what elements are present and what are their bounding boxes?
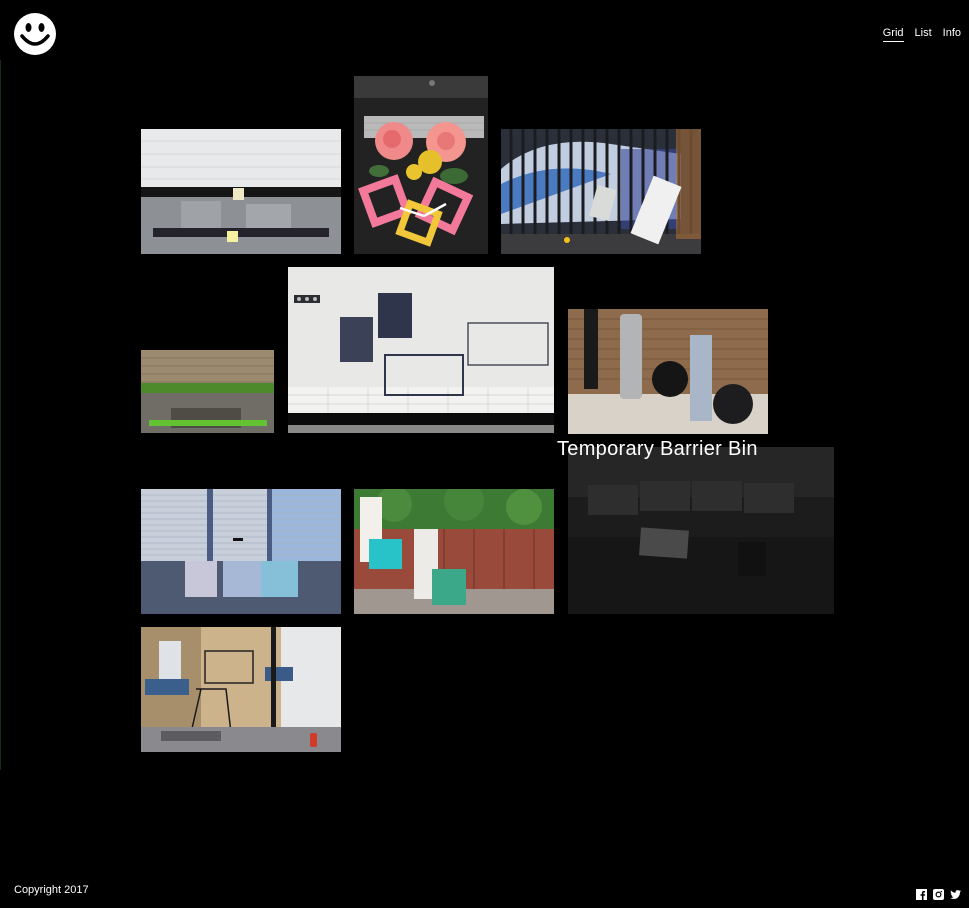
page-edge-line <box>0 60 1 770</box>
facebook-icon[interactable] <box>916 887 927 900</box>
gallery-tile-garden-bag[interactable] <box>354 489 554 614</box>
gallery-tile-shutter-swatches[interactable] <box>141 489 341 614</box>
hover-title: Temporary Barrier Bin <box>557 438 758 460</box>
gallery-tile-white-wall-shapes[interactable] <box>288 267 554 433</box>
social-links <box>916 887 961 900</box>
main-nav: Grid List Info <box>882 27 961 42</box>
instagram-icon[interactable] <box>933 887 944 900</box>
gallery-tile-flowers-clock[interactable] <box>354 76 488 254</box>
gallery-tile-bollard-bin[interactable] <box>568 309 768 434</box>
gallery-tile-brick-grass[interactable] <box>141 350 274 433</box>
copyright-text: Copyright 2017 <box>14 884 89 896</box>
gallery-tile-graffiti-fence[interactable] <box>501 129 701 254</box>
smiley-face-icon[interactable] <box>13 12 57 56</box>
gallery-tile-temporary-barrier-bin[interactable] <box>568 447 834 614</box>
nav-grid[interactable]: Grid <box>882 27 904 42</box>
nav-list[interactable]: List <box>915 27 932 42</box>
gallery-tile-wall-bar[interactable] <box>141 129 341 254</box>
twitter-icon[interactable] <box>950 887 961 899</box>
nav-info[interactable]: Info <box>943 27 961 42</box>
gallery-tile-plywood-corner[interactable] <box>141 627 341 752</box>
